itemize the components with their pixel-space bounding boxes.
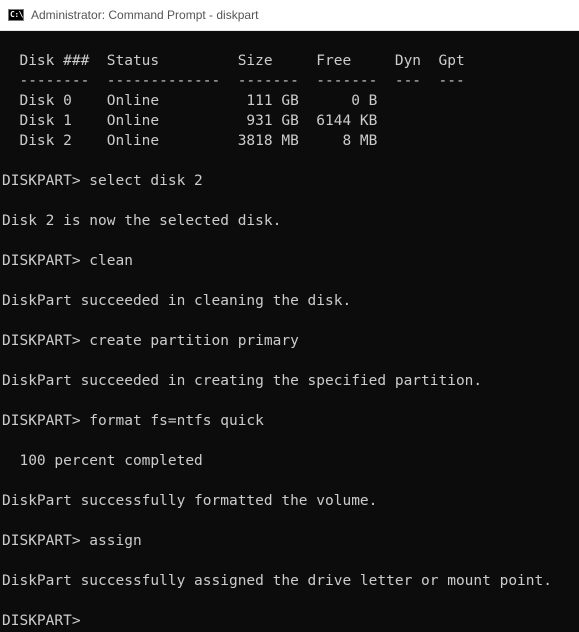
output-line: DiskPart successfully formatted the volu… — [2, 493, 378, 509]
command-line: DISKPART> — [2, 613, 90, 629]
command-line: DISKPART> clean — [2, 253, 133, 269]
command-prompt-window: C:\ Administrator: Command Prompt - disk… — [0, 0, 579, 632]
console-output[interactable]: Disk ### Status Size Free Dyn Gpt ------… — [0, 31, 579, 632]
output-line: DiskPart succeeded in creating the speci… — [2, 373, 483, 389]
output-line: Disk ### Status Size Free Dyn Gpt — [2, 53, 465, 69]
command-prompt-icon-glyph: C:\ — [10, 10, 23, 19]
command-line: DISKPART> format fs=ntfs quick — [2, 413, 264, 429]
output-line: 100 percent completed — [2, 453, 203, 469]
output-line: -------- ------------- ------- ------- -… — [2, 73, 465, 89]
output-line: Disk 1 Online 931 GB 6144 KB — [2, 113, 378, 129]
output-line: Disk 0 Online 111 GB 0 B — [2, 93, 378, 109]
command-line: DISKPART> assign — [2, 533, 142, 549]
output-line: Disk 2 Online 3818 MB 8 MB — [2, 133, 378, 149]
command-line: DISKPART> create partition primary — [2, 333, 299, 349]
output-line: DiskPart successfully assigned the drive… — [2, 573, 552, 589]
command-line: DISKPART> select disk 2 — [2, 173, 203, 189]
title-bar[interactable]: C:\ Administrator: Command Prompt - disk… — [0, 0, 579, 31]
output-line: Disk 2 is now the selected disk. — [2, 213, 282, 229]
output-line: DiskPart succeeded in cleaning the disk. — [2, 293, 352, 309]
command-prompt-icon: C:\ — [8, 9, 24, 21]
window-title: Administrator: Command Prompt - diskpart — [31, 8, 259, 22]
